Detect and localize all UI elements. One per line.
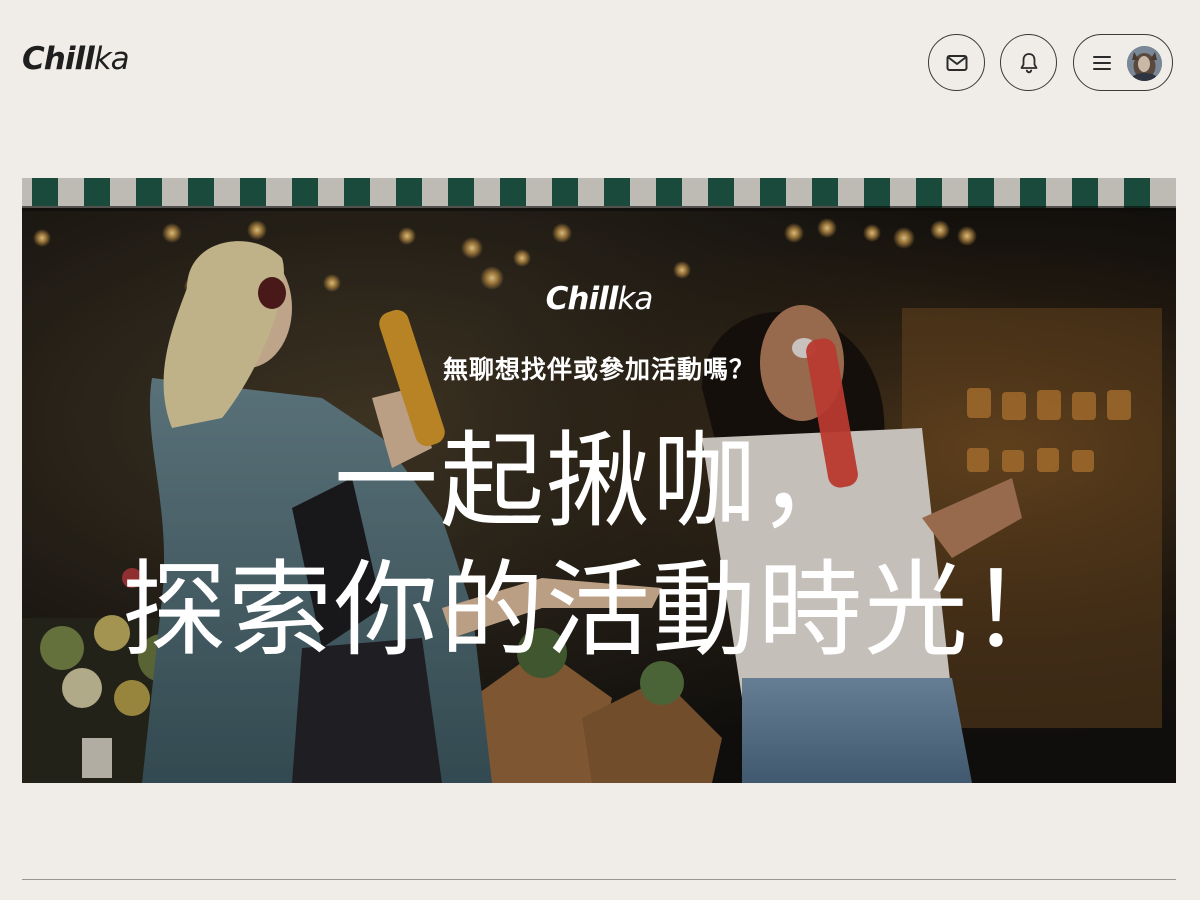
messages-button[interactable] <box>928 34 985 91</box>
site-logo[interactable]: Chillka <box>22 41 130 77</box>
user-menu-button[interactable] <box>1073 34 1173 91</box>
hero-logo-tail-text: ka <box>617 281 653 317</box>
user-avatar <box>1127 46 1162 81</box>
hero-banner: Chillka 無聊想找伴或參加活動嗎？ 一起揪咖， 探索你的活動時光！ <box>22 178 1176 783</box>
top-header: Chillka <box>0 0 1200 130</box>
hero-headline-line-1: 一起揪咖， <box>333 420 864 542</box>
section-divider <box>22 879 1176 880</box>
mail-icon <box>946 54 967 71</box>
logo-main-text: Chill <box>22 41 95 77</box>
logo-tail-text: ka <box>93 41 130 77</box>
hero-logo: Chillka <box>22 284 1176 315</box>
hero-logo-main-text: Chill <box>545 281 619 317</box>
notifications-button[interactable] <box>1000 34 1057 91</box>
hamburger-menu-icon <box>1093 55 1111 70</box>
hero-subtitle: 無聊想找伴或參加活動嗎？ <box>442 355 755 384</box>
bell-icon <box>1020 52 1037 73</box>
hero-headline-line-2: 探索你的活動時光！ <box>121 549 1076 671</box>
